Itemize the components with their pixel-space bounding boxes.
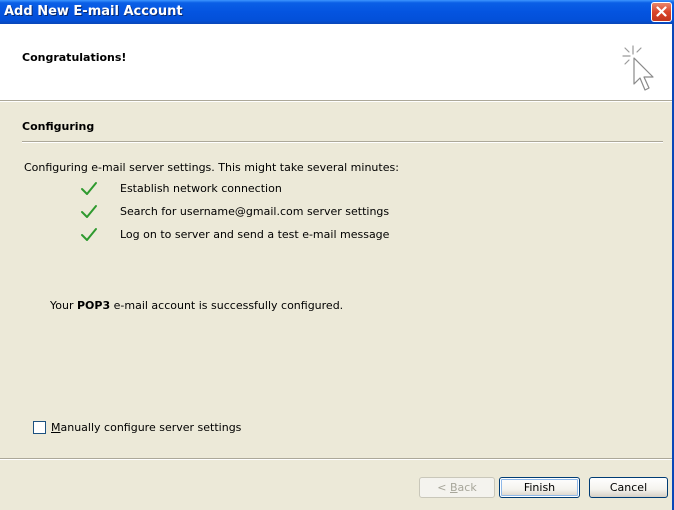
title-bar[interactable]: Add New E-mail Account	[0, 0, 674, 24]
success-message: Your POP3 e-mail account is successfully…	[50, 299, 344, 312]
manual-config-label[interactable]: Manually configure server settings	[51, 421, 241, 434]
section-title: Configuring	[22, 120, 95, 133]
configuring-intro: Configuring e-mail server settings. This…	[24, 161, 399, 174]
checkmark-icon	[81, 182, 97, 195]
cancel-button[interactable]: Cancel	[589, 477, 668, 498]
close-icon	[656, 6, 667, 17]
step-label: Establish network connection	[120, 182, 282, 195]
step-label: Log on to server and send a test e-mail …	[120, 228, 390, 241]
manual-config-checkbox[interactable]	[33, 421, 46, 434]
window-title: Add New E-mail Account	[4, 4, 183, 19]
protocol-name: POP3	[76, 299, 111, 312]
cursor-sparkle-icon	[622, 45, 654, 91]
checkmark-icon	[81, 205, 97, 218]
header-title: Congratulations!	[22, 51, 127, 64]
add-email-account-dialog: Add New E-mail Account Congratulations! …	[0, 0, 674, 510]
close-button[interactable]	[651, 2, 672, 22]
header-panel: Congratulations!	[0, 24, 674, 100]
finish-button[interactable]: Finish	[499, 477, 580, 498]
checkmark-icon	[81, 228, 97, 241]
step-label: Search for username@gmail.com server set…	[120, 205, 390, 218]
back-button[interactable]: < Back	[419, 477, 495, 498]
